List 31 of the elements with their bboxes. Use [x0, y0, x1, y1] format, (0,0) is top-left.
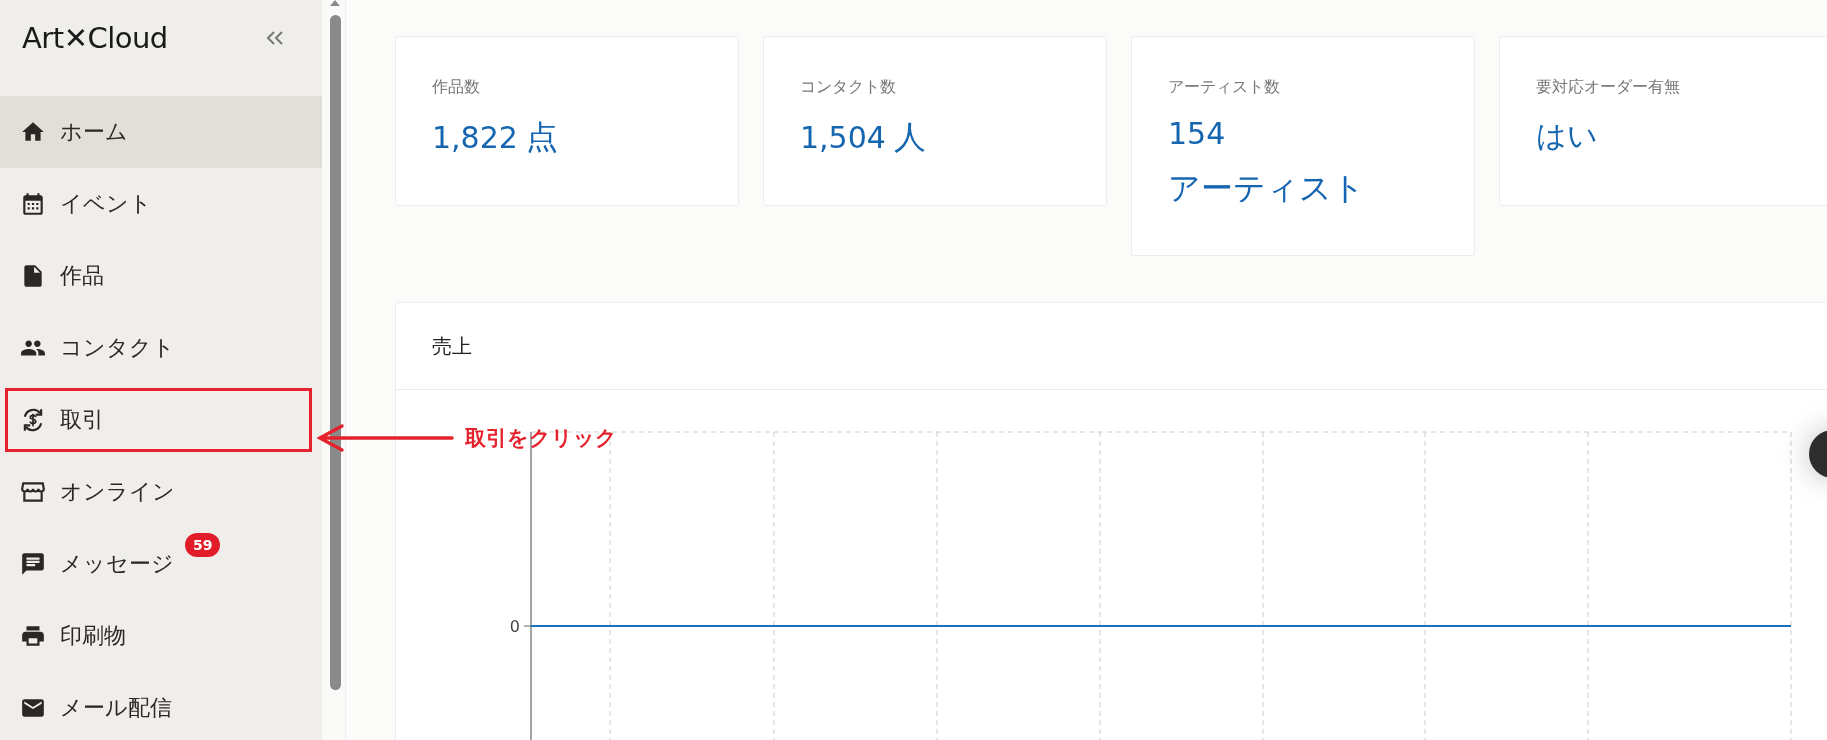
- store-icon: [20, 479, 46, 505]
- nav-item[interactable]: コンタクト: [0, 312, 322, 384]
- collapse-icon[interactable]: [266, 31, 284, 45]
- stat-label: 作品数: [432, 77, 481, 98]
- calendar-icon: [20, 191, 46, 217]
- stat-value: はい: [1536, 117, 1598, 155]
- stat-value: 1,504: [800, 120, 886, 155]
- annotation-text: 取引をクリック: [465, 425, 617, 452]
- nav-item[interactable]: 印刷物: [0, 600, 322, 672]
- nav-item[interactable]: イベント: [0, 168, 322, 240]
- printer-icon: [20, 623, 46, 649]
- chat-icon: [20, 551, 46, 577]
- logo: Art✕Cloud: [22, 21, 168, 55]
- stat-unit: 人: [893, 117, 926, 158]
- scrollbar-thumb[interactable]: [330, 15, 341, 690]
- nav-item[interactable]: メール配信: [0, 672, 322, 740]
- stat-value: 1,822: [432, 120, 518, 155]
- stat-unit: 点: [525, 117, 558, 158]
- count-badge: 59: [185, 533, 221, 557]
- stat-label: コンタクト数: [800, 77, 897, 98]
- scroll-up-icon[interactable]: [330, 0, 340, 6]
- stat-label: アーティスト数: [1168, 77, 1281, 98]
- stat-label: 要対応オーダー有無: [1536, 77, 1681, 98]
- stat-unit: アーティスト: [1168, 168, 1365, 209]
- nav-item[interactable]: 作品: [0, 240, 322, 312]
- nav-item[interactable]: 取引: [0, 384, 322, 456]
- panel-title: 売上: [432, 332, 472, 360]
- nav-item[interactable]: ホーム: [0, 96, 322, 168]
- nav-item[interactable]: オンライン: [0, 456, 322, 528]
- axis-tick-label: 0: [509, 617, 520, 636]
- stat-value: 154: [1168, 116, 1226, 151]
